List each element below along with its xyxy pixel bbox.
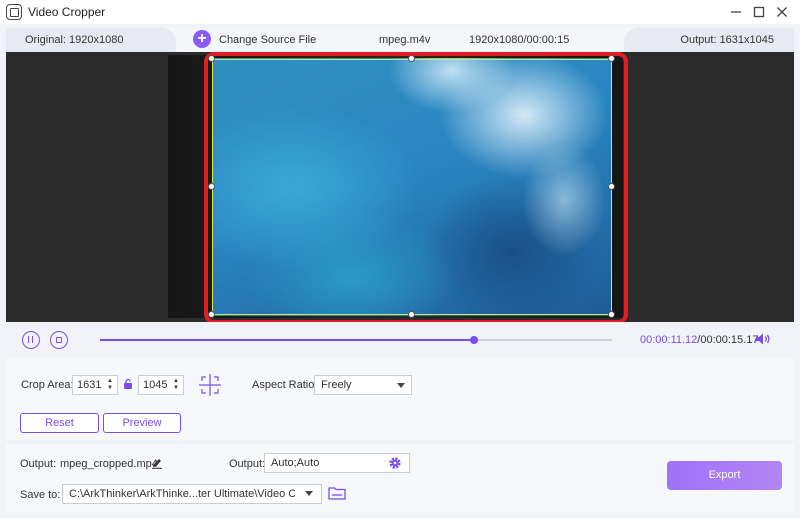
save-path-field[interactable]: C:\ArkThinker\ArkThinke...ter Ultimate\V… xyxy=(62,484,322,504)
gear-icon[interactable] xyxy=(388,456,402,470)
stop-button[interactable] xyxy=(50,331,68,349)
crop-width-stepper[interactable]: ▲ ▼ xyxy=(107,378,114,392)
chevron-down-icon xyxy=(305,491,313,496)
output-format-label: Output: xyxy=(229,458,266,470)
center-crop-icon[interactable] xyxy=(198,373,222,397)
crop-handle-left[interactable] xyxy=(208,183,215,190)
folder-icon[interactable] xyxy=(328,486,346,500)
edit-filename-icon[interactable] xyxy=(151,457,163,469)
time-display: 00:00:11.12/00:00:15.17 xyxy=(640,334,758,346)
crop-handle-bottom[interactable] xyxy=(408,311,415,318)
change-source-button[interactable]: Change Source File xyxy=(219,34,316,46)
aspect-ratio-label: Aspect Ratio: xyxy=(252,379,318,391)
current-time: 00:00:11.12 xyxy=(640,334,698,346)
total-time: /00:00:15.17 xyxy=(697,334,759,346)
playback-controls: 00:00:11.12/00:00:15.17 xyxy=(0,322,800,358)
aspect-lock-icon[interactable] xyxy=(123,378,133,390)
output-resolution: Output: 1631x1045 xyxy=(680,34,774,46)
crop-handle-top-left[interactable] xyxy=(208,55,215,62)
maximize-button[interactable] xyxy=(749,2,769,22)
source-filename: mpeg.m4v xyxy=(379,34,431,46)
crop-handle-bottom-right[interactable] xyxy=(608,311,615,318)
output-format-value: Auto;Auto xyxy=(271,457,320,469)
close-icon xyxy=(777,7,787,17)
progress-fill xyxy=(100,339,474,341)
preview-button[interactable]: Preview xyxy=(103,413,181,433)
save-path-dropdown[interactable] xyxy=(295,485,321,503)
save-to-label: Save to: xyxy=(20,489,61,501)
maximize-icon xyxy=(753,6,765,18)
original-resolution: Original: 1920x1080 xyxy=(25,34,124,46)
window-title: Video Cropper xyxy=(28,5,106,19)
crop-width-value: 1631 xyxy=(77,379,102,391)
aspect-ratio-select[interactable]: Freely xyxy=(314,375,412,395)
volume-icon[interactable] xyxy=(755,332,771,346)
pause-icon xyxy=(28,336,33,343)
minimize-icon xyxy=(731,11,741,13)
crop-width-input[interactable]: 1631 ▲ ▼ xyxy=(72,375,118,395)
output-filename: mpeg_cropped.mp4 xyxy=(60,458,158,470)
crop-handle-top-right[interactable] xyxy=(608,55,615,62)
crop-handle-top[interactable] xyxy=(408,55,415,62)
close-button[interactable] xyxy=(772,2,792,22)
output-settings-panel: Output: mpeg_cropped.mp4 Output: Auto;Au… xyxy=(6,444,794,514)
stop-icon xyxy=(55,336,62,343)
crop-height-value: 1045 xyxy=(143,379,168,391)
video-preview xyxy=(6,52,794,324)
progress-knob[interactable] xyxy=(469,336,478,344)
crop-handle-right[interactable] xyxy=(608,183,615,190)
title-bar: Video Cropper xyxy=(0,0,800,24)
aspect-ratio-value: Freely xyxy=(321,379,352,391)
reset-button[interactable]: Reset xyxy=(20,413,99,433)
file-info-bar: Original: 1920x1080 + Change Source File… xyxy=(6,28,794,52)
add-source-icon[interactable]: + xyxy=(193,30,211,48)
pause-button[interactable] xyxy=(22,331,40,349)
progress-track[interactable] xyxy=(100,336,612,344)
crop-area-label: Crop Area: xyxy=(21,379,74,391)
crop-rectangle[interactable] xyxy=(212,59,612,315)
crop-handle-bottom-left[interactable] xyxy=(208,311,215,318)
chevron-down-icon xyxy=(397,383,405,388)
app-icon xyxy=(6,4,22,20)
minimize-button[interactable] xyxy=(726,2,746,22)
crop-height-input[interactable]: 1045 ▲ ▼ xyxy=(138,375,184,395)
crop-settings-panel: Crop Area: 1631 ▲ ▼ 1045 ▲ ▼ Aspect Ratio:… xyxy=(6,358,794,440)
source-resolution-duration: 1920x1080/00:00:15 xyxy=(469,34,570,46)
export-button[interactable]: Export xyxy=(667,461,782,490)
output-name-label: Output: xyxy=(20,458,57,470)
save-path-value: C:\ArkThinker\ArkThinke...ter Ultimate\V… xyxy=(69,488,313,500)
crop-height-stepper[interactable]: ▲ ▼ xyxy=(173,378,180,392)
